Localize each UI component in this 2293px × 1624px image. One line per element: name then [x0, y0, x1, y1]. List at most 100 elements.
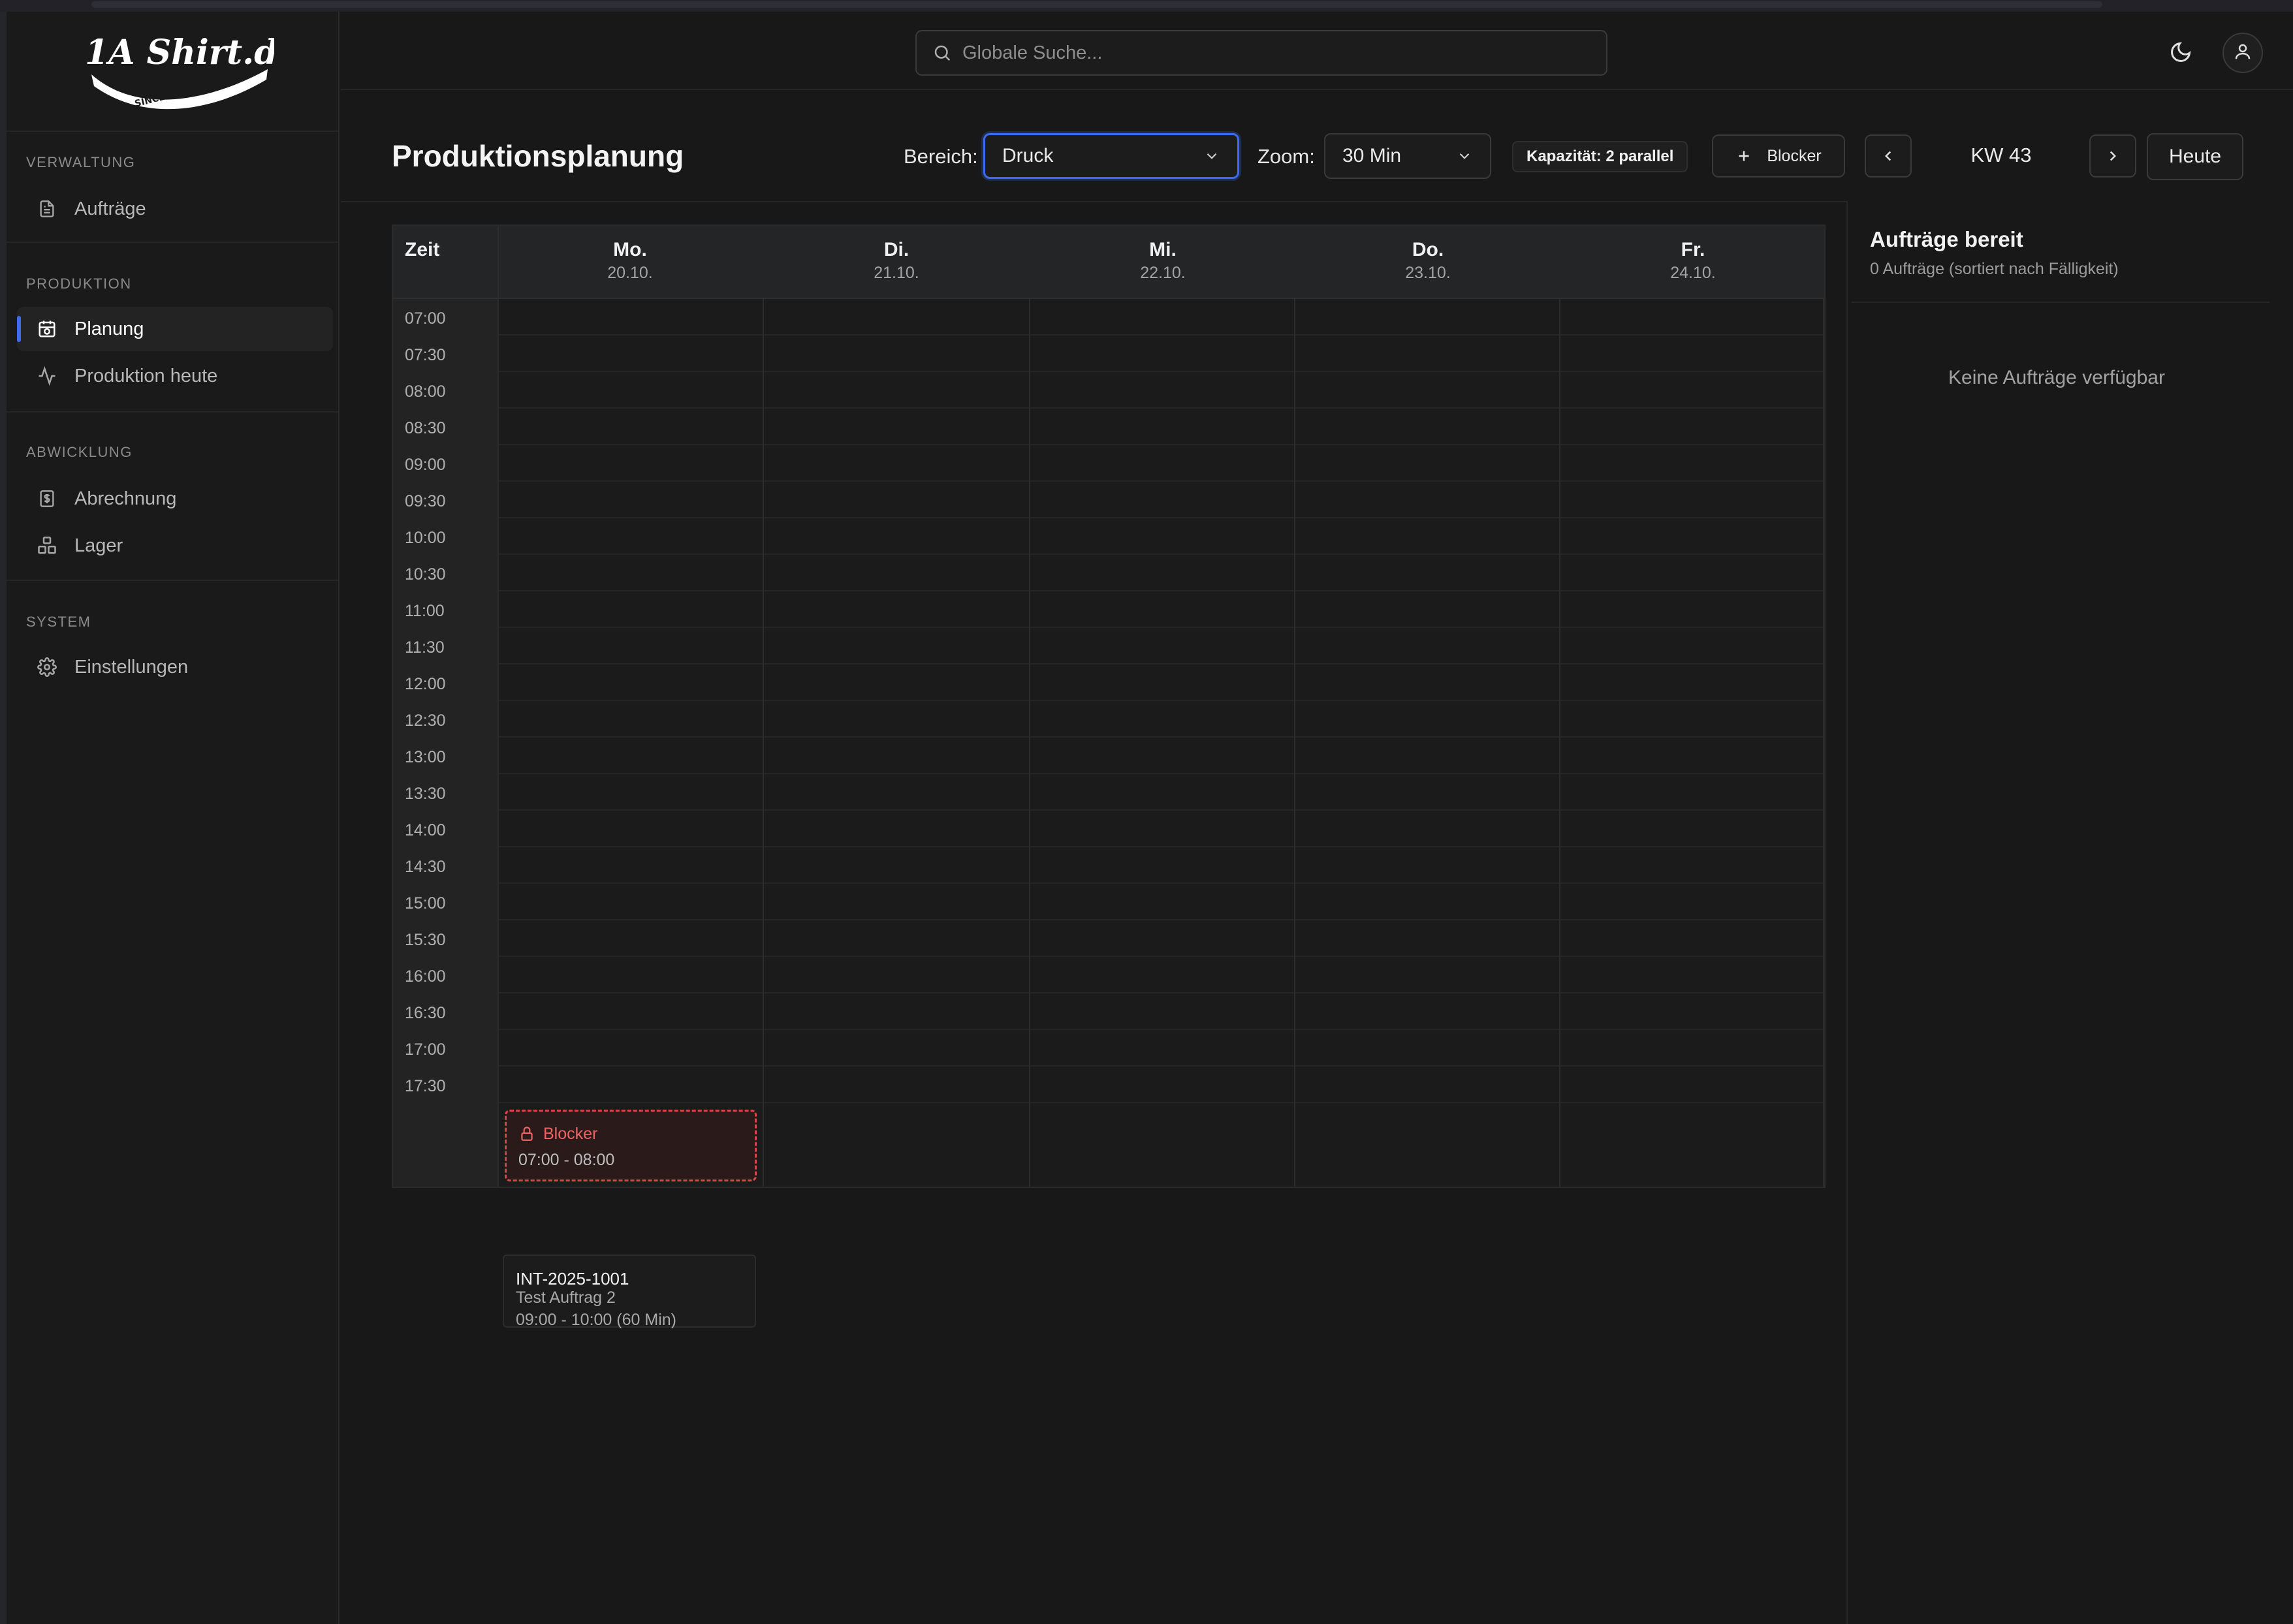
job-card[interactable]: INT-2025-1001 Test Auftrag 2 09:00 - 10:…: [503, 1255, 756, 1329]
time-slot[interactable]: [1560, 445, 1824, 480]
time-slot[interactable]: [764, 518, 1029, 554]
time-slot[interactable]: [499, 482, 763, 517]
time-slot[interactable]: [1295, 884, 1559, 919]
time-slot[interactable]: [499, 957, 763, 992]
today-button[interactable]: Heute: [2147, 133, 2243, 180]
time-slot[interactable]: [1295, 1067, 1559, 1102]
time-slot[interactable]: [1030, 774, 1294, 809]
time-slot[interactable]: [1295, 738, 1559, 773]
time-slot[interactable]: [1030, 591, 1294, 627]
search-input[interactable]: [962, 42, 1550, 64]
time-slot[interactable]: [499, 518, 763, 554]
sidebar-item-abrechnung[interactable]: Abrechnung: [17, 476, 333, 521]
time-slot[interactable]: [1030, 445, 1294, 480]
time-slot[interactable]: [1295, 774, 1559, 809]
time-slot[interactable]: [1560, 591, 1824, 627]
time-slot[interactable]: [1560, 555, 1824, 590]
time-slot[interactable]: [764, 482, 1029, 517]
time-slot[interactable]: [1560, 628, 1824, 663]
time-slot[interactable]: [1560, 664, 1824, 700]
time-slot[interactable]: [1560, 336, 1824, 371]
time-slot[interactable]: [764, 591, 1029, 627]
time-slot[interactable]: [764, 555, 1029, 590]
time-slot[interactable]: [764, 774, 1029, 809]
time-slot[interactable]: [1030, 1030, 1294, 1065]
time-slot[interactable]: [499, 1030, 763, 1065]
zoom-select[interactable]: 30 Min: [1324, 133, 1491, 179]
time-slot[interactable]: [1295, 372, 1559, 407]
time-slot[interactable]: [499, 738, 763, 773]
time-slot[interactable]: [1560, 884, 1824, 919]
time-slot[interactable]: [1030, 920, 1294, 956]
time-slot[interactable]: [1295, 445, 1559, 480]
sidebar-item-auftraege[interactable]: Aufträge: [17, 187, 333, 231]
time-slot[interactable]: [764, 299, 1029, 334]
time-slot[interactable]: [1295, 701, 1559, 736]
time-slot[interactable]: [1030, 555, 1294, 590]
time-slot[interactable]: [1030, 811, 1294, 846]
sidebar-item-einstellungen[interactable]: Einstellungen: [17, 645, 333, 689]
time-slot[interactable]: [1030, 847, 1294, 882]
time-slot[interactable]: [499, 409, 763, 444]
time-slot[interactable]: [1295, 409, 1559, 444]
time-slot[interactable]: [1295, 555, 1559, 590]
time-slot[interactable]: [1030, 518, 1294, 554]
time-slot[interactable]: [499, 555, 763, 590]
time-slot[interactable]: [1295, 920, 1559, 956]
time-slot[interactable]: [1295, 993, 1559, 1029]
time-slot[interactable]: [1560, 372, 1824, 407]
prev-week-button[interactable]: [1865, 134, 1912, 178]
time-slot[interactable]: [1560, 811, 1824, 846]
theme-toggle-moon-icon[interactable]: [2169, 40, 2192, 64]
time-slot[interactable]: [764, 409, 1029, 444]
time-slot[interactable]: [764, 957, 1029, 992]
time-slot[interactable]: [1030, 701, 1294, 736]
time-slot[interactable]: [1295, 482, 1559, 517]
time-slot[interactable]: [764, 811, 1029, 846]
time-slot[interactable]: [764, 701, 1029, 736]
time-slot[interactable]: [499, 993, 763, 1029]
time-slot[interactable]: [764, 628, 1029, 663]
time-slot[interactable]: [1030, 884, 1294, 919]
time-slot[interactable]: [1560, 299, 1824, 334]
time-slot[interactable]: [764, 738, 1029, 773]
time-slot[interactable]: [764, 884, 1029, 919]
time-slot[interactable]: [764, 664, 1029, 700]
time-slot[interactable]: [1030, 738, 1294, 773]
time-slot[interactable]: [499, 445, 763, 480]
time-slot[interactable]: [764, 920, 1029, 956]
blocker-event[interactable]: Blocker 07:00 - 08:00: [505, 1110, 757, 1181]
time-slot[interactable]: [764, 1067, 1029, 1102]
time-slot[interactable]: [1030, 299, 1294, 334]
time-slot[interactable]: [499, 884, 763, 919]
time-slot[interactable]: [764, 1030, 1029, 1065]
time-slot[interactable]: [499, 299, 763, 334]
time-slot[interactable]: [1030, 482, 1294, 517]
time-slot[interactable]: [1295, 299, 1559, 334]
time-slot[interactable]: [764, 372, 1029, 407]
time-slot[interactable]: [1560, 701, 1824, 736]
time-slot[interactable]: [1560, 774, 1824, 809]
time-slot[interactable]: [499, 1067, 763, 1102]
time-slot[interactable]: [1560, 847, 1824, 882]
time-slot[interactable]: [1030, 993, 1294, 1029]
time-slot[interactable]: [1560, 920, 1824, 956]
time-slot[interactable]: [764, 847, 1029, 882]
time-slot[interactable]: [1560, 738, 1824, 773]
time-slot[interactable]: [499, 628, 763, 663]
sidebar-item-lager[interactable]: Lager: [17, 523, 333, 568]
time-slot[interactable]: [1030, 372, 1294, 407]
time-slot[interactable]: [499, 811, 763, 846]
time-slot[interactable]: [1295, 336, 1559, 371]
time-slot[interactable]: [1560, 518, 1824, 554]
time-slot[interactable]: [1030, 628, 1294, 663]
time-slot[interactable]: [499, 774, 763, 809]
brand-logo[interactable]: 1A Shirt.de SINCE 2010: [78, 23, 300, 121]
time-slot[interactable]: [1295, 664, 1559, 700]
time-slot[interactable]: [499, 591, 763, 627]
global-search[interactable]: [915, 30, 1607, 76]
time-slot[interactable]: [1560, 957, 1824, 992]
user-menu-button[interactable]: [2222, 33, 2263, 73]
time-slot[interactable]: [1295, 811, 1559, 846]
time-slot[interactable]: [1295, 847, 1559, 882]
